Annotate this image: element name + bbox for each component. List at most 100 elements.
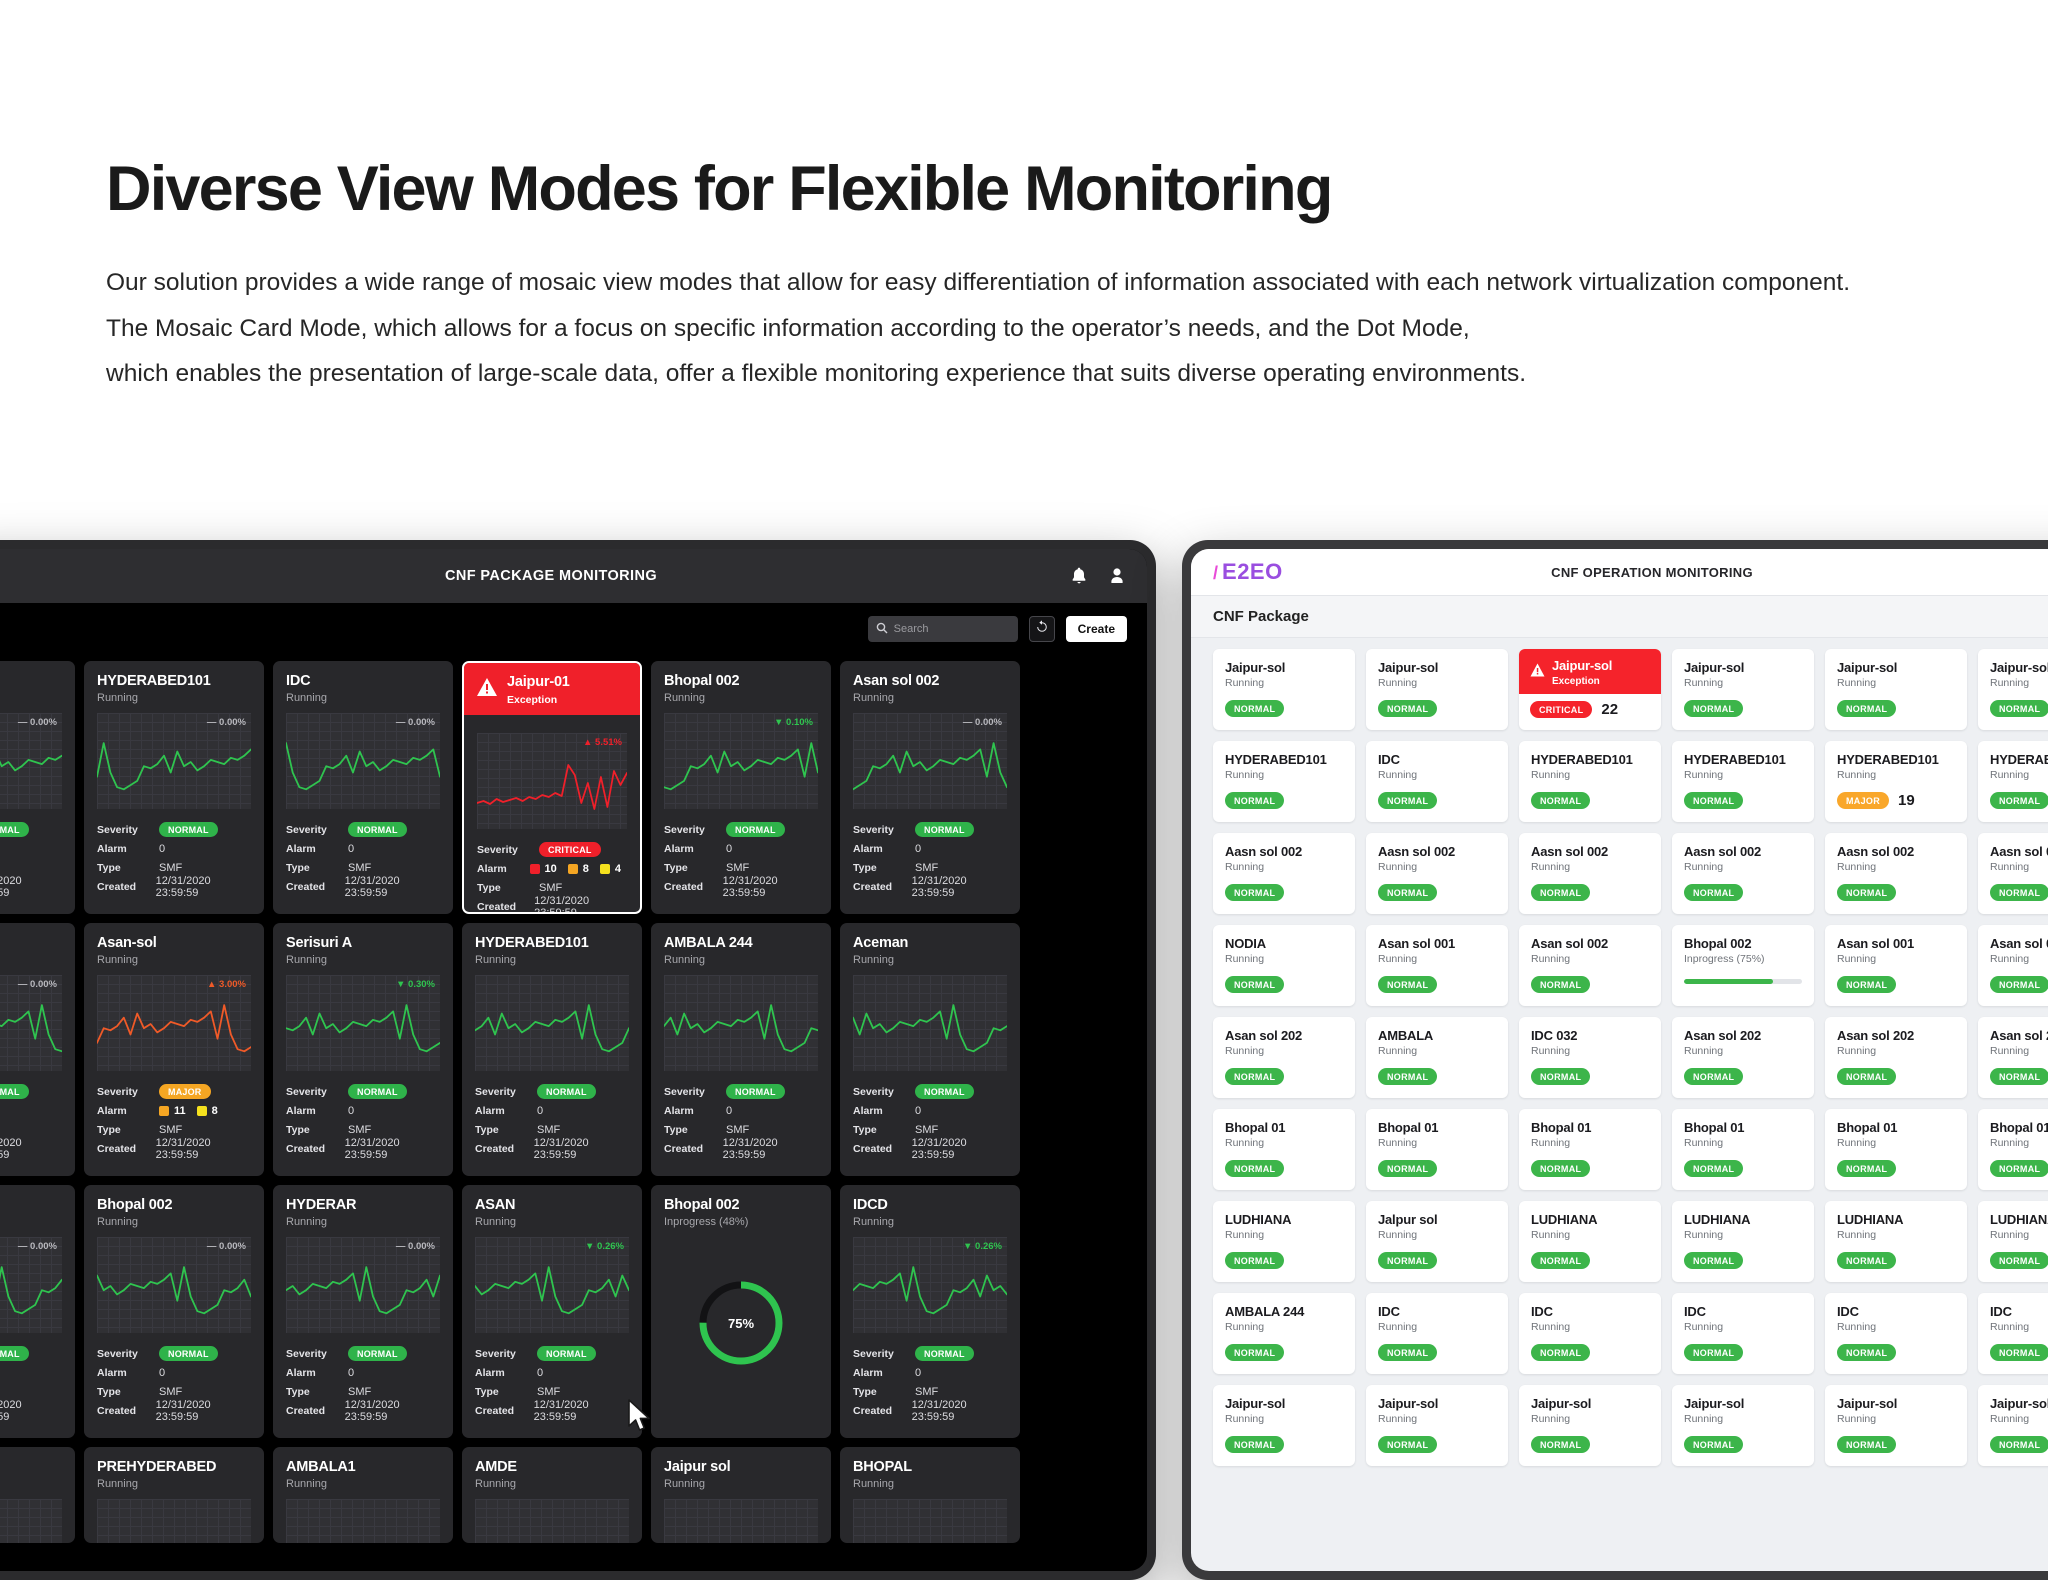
dot-card[interactable]: Aasn sol 002 Running NORMAL [1978,833,2048,914]
dot-card[interactable]: Bhopal 01 Running NORMAL [1825,1109,1967,1190]
dot-card[interactable]: Jaipur-sol Exception CRITICAL 22 [1519,649,1661,730]
create-button[interactable]: Create [1065,616,1127,642]
mosaic-card[interactable]: Jaipur sol Running [651,1447,831,1543]
dot-card[interactable]: Aasn sol 002 Running NORMAL [1213,833,1355,914]
refresh-button[interactable] [1028,616,1055,642]
dot-card[interactable]: Bhopal 01 Running NORMAL [1978,1109,2048,1190]
row-alarm: Alarm 0 [853,839,1007,858]
dot-card[interactable]: IDC Running NORMAL [1825,1293,1967,1374]
dot-card[interactable]: Asan sol 002 Running NORMAL [1519,925,1661,1006]
dot-card[interactable]: HYDERABED101 Running MAJOR 19 [1825,741,1967,822]
mosaic-card[interactable]: Serisuri A Running ▼ 0.30% Severity NORMAL Al… [273,923,453,1176]
mosaic-card[interactable]: HYDERABED101 Running — 0.00% Severity NORMAL… [84,661,264,914]
dot-card[interactable]: Jaipur-sol Running NORMAL [1672,1385,1814,1466]
dot-card[interactable]: Jaipur-sol Running NORMAL [1366,649,1508,730]
dot-card[interactable]: LUDHIANA Running NORMAL [1672,1201,1814,1282]
mosaic-card[interactable]: BHOPAL Running [840,1447,1020,1543]
dot-card[interactable]: HYDERABED101 Running NORMAL [1978,741,2048,822]
dot-card-title: Jaipur-sol [1225,660,1286,675]
dot-card[interactable]: Jaipur-sol Running NORMAL [1519,1385,1661,1466]
mosaic-card[interactable]: olRunning— 0.00%SeverityNORMALAlarm0Type… [0,1185,75,1438]
mosaic-card[interactable]: ol Running [0,1447,75,1543]
dot-card-status: Running [1837,677,1877,689]
mosaic-card[interactable]: Bhopal 002 Inprogress (48%) 75% [651,1185,831,1438]
status-badge: NORMAL [1378,792,1438,809]
dot-card[interactable]: IDC Running NORMAL [1672,1293,1814,1374]
dot-card[interactable]: LUDHIANA Running NORMAL [1519,1201,1661,1282]
dot-card[interactable]: IDC Running NORMAL [1519,1293,1661,1374]
dot-card[interactable]: IDC Running NORMAL [1366,1293,1508,1374]
dot-card[interactable]: IDC Running NORMAL [1366,741,1508,822]
mosaic-card[interactable]: AMBALA1 Running [273,1447,453,1543]
dot-card[interactable]: Asan sol 202 Running NORMAL [1672,1017,1814,1098]
row-alarm: Alarm 0 [853,1101,1007,1120]
dot-card[interactable]: Asan sol 001 Running NORMAL [1978,925,2048,1006]
dot-card[interactable]: Asan sol 202 Running NORMAL [1825,1017,1967,1098]
mosaic-card[interactable]: olRunning— 0.00%SeverityNORMALAlarm0Type… [0,661,75,914]
mosaic-card[interactable]: olRunning— 0.00%SeverityNORMALAlarm0Type… [0,923,75,1176]
dot-card[interactable]: Jaipur-sol Running NORMAL [1978,649,2048,730]
dot-card[interactable]: IDC 032 Running NORMAL [1519,1017,1661,1098]
dot-card[interactable]: LUDHIANA Running NORMAL [1978,1201,2048,1282]
dot-card[interactable]: Asan sol 202 Running NORMAL [1978,1017,2048,1098]
dot-card[interactable]: Asan sol 202 Running NORMAL [1213,1017,1355,1098]
mosaic-card[interactable]: ASAN Running ▼ 0.26% Severity NORMAL Alarm 0 Ty… [462,1185,642,1438]
mosaic-card[interactable]: AMBALA 244 Running Severity NORMAL Alarm 0 Typ… [651,923,831,1176]
mosaic-card[interactable]: Asan-sol Running ▲ 3.00% Severity MAJOR Alarm… [84,923,264,1176]
mosaic-card[interactable]: Jaipur-01 Exception ▲ 5.51% Severity CRITICA… [462,661,642,914]
dot-card[interactable]: Jaipur-sol Running NORMAL [1978,1385,2048,1466]
row-created: Created 12/31/2020 23:59:59 [97,1399,251,1423]
dot-card[interactable]: Bhopal 002 Inprogress (75%) [1672,925,1814,1006]
dot-card[interactable]: AMBALA 244 Running NORMAL [1213,1293,1355,1374]
search-input[interactable]: Search [867,616,1018,642]
mosaic-card[interactable]: AMDE Running [462,1447,642,1543]
dot-card[interactable]: HYDERABED101 Running NORMAL [1519,741,1661,822]
dot-card[interactable]: Bhopal 01 Running NORMAL [1672,1109,1814,1190]
dot-card[interactable]: LUDHIANA Running NORMAL [1213,1201,1355,1282]
mosaic-card[interactable]: Bhopal 002 Running ▼ 0.10% Severity NORMAL Al… [651,661,831,914]
dot-card[interactable]: Bhopal 01 Running NORMAL [1213,1109,1355,1190]
mosaic-card[interactable]: HYDERABED101 Running Severity NORMAL Alarm 0 T… [462,923,642,1176]
dot-card[interactable]: LUDHIANA Running NORMAL [1825,1201,1967,1282]
alarm-value: 0 [348,1366,355,1379]
mosaic-card[interactable]: IDCD Running ▼ 0.26% Severity NORMAL Alarm 0 Ty… [840,1185,1020,1438]
dot-card[interactable]: Aasn sol 002 Running NORMAL [1825,833,1967,914]
dot-card[interactable]: Aasn sol 002 Running NORMAL [1366,833,1508,914]
mosaic-card[interactable]: PREHYDERABED Running [84,1447,264,1543]
dot-card-title: Jalpur sol [1378,1212,1438,1227]
dot-card[interactable]: Asan sol 001 Running NORMAL [1825,925,1967,1006]
dot-card[interactable]: Jaipur-sol Running NORMAL [1213,1385,1355,1466]
type-label: Type [97,1123,121,1136]
dot-card[interactable]: Jaipur-sol Running NORMAL [1825,649,1967,730]
dot-card[interactable]: Aasn sol 002 Running NORMAL [1672,833,1814,914]
dot-card-status: Running [1378,1137,1418,1149]
mosaic-card[interactable]: Bhopal 002 Running — 0.00% Severity NORMAL Al… [84,1185,264,1438]
mosaic-card[interactable]: Aceman Running Severity NORMAL Alarm 0 Type SMF… [840,923,1020,1176]
dot-card[interactable]: Asan sol 001 Running NORMAL [1366,925,1508,1006]
row-created: Created 12/31/2020 23:59:59 [853,1399,1007,1423]
dot-card[interactable]: AMBALA Running NORMAL [1366,1017,1508,1098]
dot-card[interactable]: Jalpur sol Running NORMAL [1366,1201,1508,1282]
mosaic-card[interactable]: Asan sol 002 Running — 0.00% Severity NORMAL… [840,661,1020,914]
dot-card[interactable]: Aasn sol 002 Running NORMAL [1519,833,1661,914]
dot-card[interactable]: HYDERABED101 Running NORMAL [1672,741,1814,822]
dot-card-badges: NORMAL [1684,1068,1802,1085]
dot-card[interactable]: IDC Running NORMAL [1978,1293,2048,1374]
dot-card-title: Jaipur-sol [1990,660,2048,675]
severity-label: Severity [286,1347,327,1360]
dot-card[interactable]: Jaipur-sol Running NORMAL [1366,1385,1508,1466]
created-label: Created [853,880,893,893]
dot-card[interactable]: Bhopal 01 Running NORMAL [1519,1109,1661,1190]
mosaic-card[interactable]: HYDERAR Running — 0.00% Severity NORMAL Alarm… [273,1185,453,1438]
dot-card[interactable]: Jaipur-sol Running NORMAL [1672,649,1814,730]
mosaic-card[interactable]: IDC Running — 0.00% Severity NORMAL Alarm 0 Typ… [273,661,453,914]
severity-label: Severity [664,823,705,836]
dot-card[interactable]: NODIA Running NORMAL [1213,925,1355,1006]
dot-card[interactable]: HYDERABED101 Running NORMAL [1213,741,1355,822]
dot-card[interactable]: Jaipur-sol Running NORMAL [1825,1385,1967,1466]
user-icon[interactable] [1109,567,1125,585]
row-created: Created 12/31/2020 23:59:59 [475,1399,629,1423]
dot-card[interactable]: Bhopal 01 Running NORMAL [1366,1109,1508,1190]
dot-card[interactable]: Jaipur-sol Running NORMAL [1213,649,1355,730]
bell-icon[interactable] [1071,567,1087,585]
